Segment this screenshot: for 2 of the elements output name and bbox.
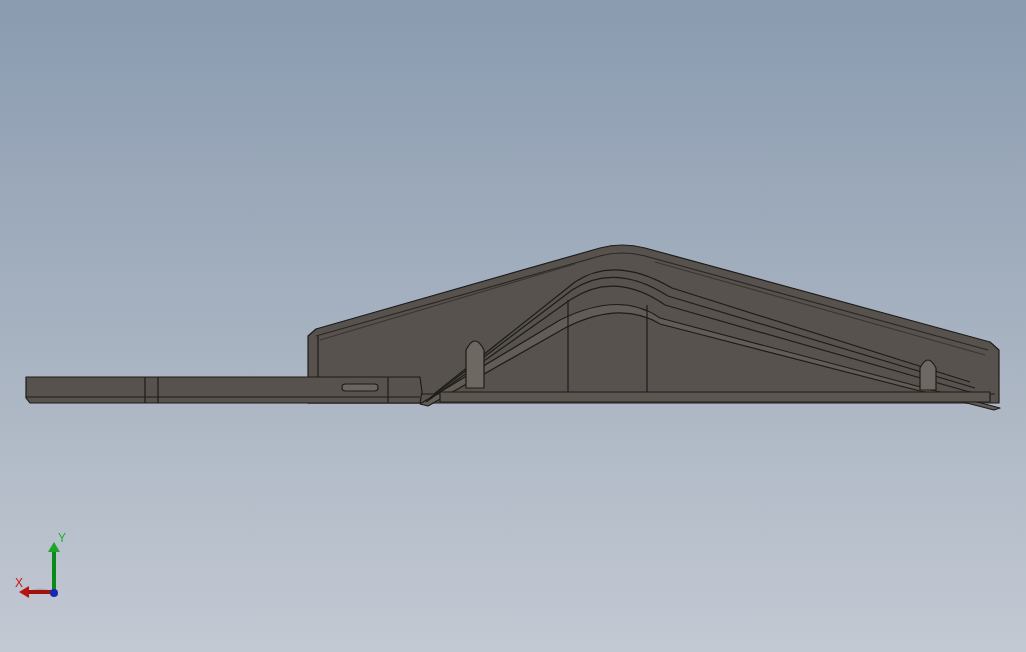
y-axis-label: Y bbox=[58, 532, 66, 544]
x-axis-label: X bbox=[15, 577, 23, 589]
